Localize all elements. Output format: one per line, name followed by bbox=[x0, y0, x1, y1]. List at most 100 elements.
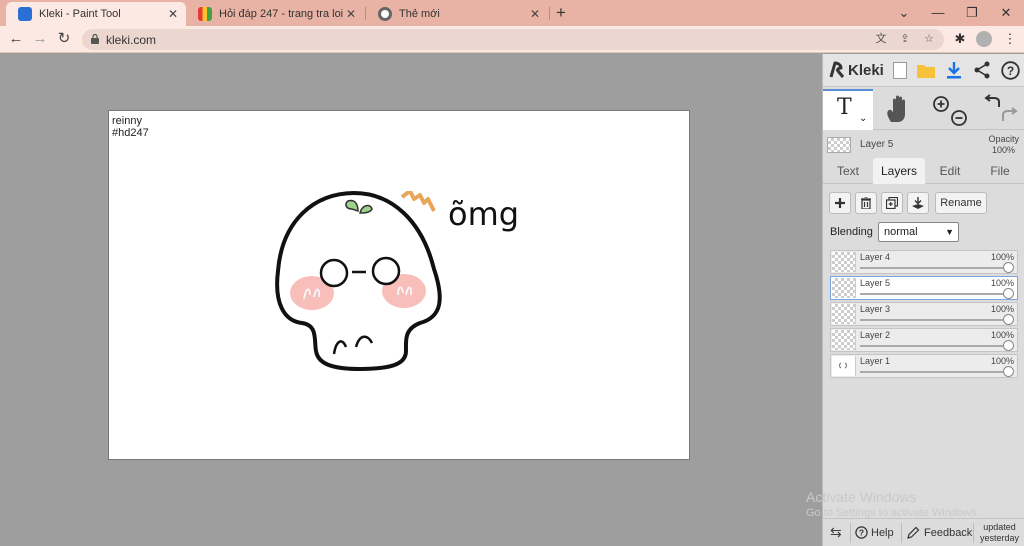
duplicate-icon bbox=[886, 197, 898, 209]
updated-status: updated yesterday bbox=[980, 522, 1019, 544]
layer-opacity-slider[interactable] bbox=[860, 319, 1006, 321]
updated-line: updated bbox=[983, 522, 1016, 532]
layer-row-selected[interactable]: Layer 5 100% bbox=[830, 276, 1018, 300]
layer-opacity: 100% bbox=[990, 304, 1014, 314]
layer-row[interactable]: Layer 3 100% bbox=[830, 302, 1018, 326]
drawing-canvas[interactable]: reinny #hd247 õmg bbox=[108, 110, 690, 460]
tab-close-icon[interactable]: ✕ bbox=[344, 7, 358, 21]
current-layer-name: Layer 5 bbox=[860, 139, 894, 150]
new-image-icon[interactable] bbox=[889, 59, 911, 81]
tab-close-icon[interactable]: ✕ bbox=[166, 7, 180, 21]
reload-icon[interactable]: ↻ bbox=[54, 29, 74, 49]
layer-opacity-slider[interactable] bbox=[860, 267, 1006, 269]
layer-opacity-slider[interactable] bbox=[860, 345, 1006, 347]
new-tab-plus-icon[interactable]: + bbox=[552, 3, 570, 23]
hoidap-favicon-icon bbox=[198, 7, 212, 21]
slider-knob[interactable] bbox=[1003, 314, 1014, 325]
kleki-side-panel: Kleki ? T ⌄ Layer 5 Opacity 100% Text La… bbox=[822, 54, 1024, 546]
back-arrow-icon[interactable]: ← bbox=[6, 29, 26, 49]
divider bbox=[850, 523, 851, 543]
kleki-favicon-icon bbox=[18, 7, 32, 21]
browser-tab-strip: Kleki - Paint Tool ✕ Hỏi đáp 247 - trang… bbox=[0, 0, 1024, 26]
layer-name: Layer 4 bbox=[860, 252, 891, 262]
tab-file[interactable]: File bbox=[975, 158, 1024, 184]
layer-row[interactable]: Layer 4 100% bbox=[830, 250, 1018, 274]
svg-text:?: ? bbox=[1006, 64, 1013, 78]
blending-value: normal bbox=[884, 226, 918, 238]
tab-close-icon[interactable]: ✕ bbox=[528, 7, 542, 21]
panel-bottom-bar: ⇆ ? Help Feedback updated yesterday bbox=[822, 518, 1024, 546]
hand-tool-icon[interactable] bbox=[883, 94, 913, 124]
open-folder-icon[interactable] bbox=[915, 59, 937, 81]
canvas-workspace[interactable]: reinny #hd247 õmg bbox=[0, 54, 822, 546]
browser-tab-kleki[interactable]: Kleki - Paint Tool ✕ bbox=[6, 2, 186, 26]
blending-mode-select[interactable]: normal ▼ bbox=[878, 222, 959, 242]
delete-layer-button[interactable] bbox=[855, 192, 877, 214]
layer-opacity: 100% bbox=[990, 252, 1014, 262]
layer-row[interactable]: Layer 2 100% bbox=[830, 328, 1018, 352]
help-button[interactable]: ? Help bbox=[855, 526, 894, 539]
profile-avatar-icon[interactable] bbox=[976, 31, 992, 47]
activate-windows-title: Activate Windows bbox=[806, 489, 917, 505]
swap-sides-icon[interactable]: ⇆ bbox=[830, 524, 842, 541]
layer-opacity-slider[interactable] bbox=[860, 371, 1006, 373]
tab-layers[interactable]: Layers bbox=[873, 158, 925, 184]
opacity-value: 100% bbox=[991, 145, 1015, 155]
slider-knob[interactable] bbox=[1003, 340, 1014, 351]
layer-opacity: 100% bbox=[990, 278, 1014, 288]
merge-down-button[interactable] bbox=[907, 192, 929, 214]
translate-icon[interactable]: 文 bbox=[874, 32, 888, 46]
address-bar[interactable]: kleki.com 文 ⇪ ☆ bbox=[82, 29, 944, 50]
feedback-pencil-icon bbox=[907, 526, 920, 539]
tab-search-chevron-icon[interactable]: ⌄ bbox=[894, 3, 914, 23]
help-question-icon[interactable]: ? bbox=[999, 59, 1021, 81]
minimize-icon[interactable]: — bbox=[928, 3, 948, 23]
app-top-bar: Kleki ? bbox=[823, 54, 1024, 87]
tool-row: T ⌄ bbox=[823, 87, 1024, 130]
tab-divider bbox=[549, 7, 550, 20]
kleki-logo-icon bbox=[829, 61, 845, 78]
slider-knob[interactable] bbox=[1003, 262, 1014, 273]
close-window-icon[interactable]: ✕ bbox=[996, 3, 1016, 23]
chevron-down-icon[interactable]: ⌄ bbox=[859, 113, 867, 124]
svg-text:?: ? bbox=[859, 528, 864, 538]
extensions-puzzle-icon[interactable]: ✱ bbox=[952, 31, 968, 47]
browser-tab-hoidap[interactable]: Hỏi đáp 247 - trang tra loi ✕ bbox=[186, 2, 364, 26]
current-layer-header: Layer 5 Opacity 100% bbox=[823, 131, 1024, 161]
tab-text[interactable]: Text bbox=[823, 158, 873, 184]
slider-knob[interactable] bbox=[1003, 366, 1014, 377]
text-tool-button[interactable]: T ⌄ bbox=[823, 89, 873, 130]
layer-name: Layer 1 bbox=[860, 356, 891, 366]
layer-opacity-slider[interactable] bbox=[860, 293, 1006, 295]
opacity-label: Opacity bbox=[988, 134, 1019, 144]
chrome-favicon-icon bbox=[378, 7, 392, 21]
bookmark-star-icon[interactable]: ☆ bbox=[922, 32, 936, 46]
rename-layer-button[interactable]: Rename bbox=[935, 192, 987, 214]
handwriting-omg-text: õmg bbox=[448, 195, 519, 233]
layer-name: Layer 3 bbox=[860, 304, 891, 314]
chevron-down-icon: ▼ bbox=[945, 227, 954, 237]
layer-thumbnail bbox=[832, 252, 856, 272]
slider-knob[interactable] bbox=[1003, 288, 1014, 299]
share-icon[interactable] bbox=[971, 59, 993, 81]
kleki-logo[interactable]: Kleki bbox=[829, 60, 884, 80]
layer-thumbnail bbox=[832, 356, 856, 376]
layer-opacity: 100% bbox=[990, 330, 1014, 340]
undo-redo-icon[interactable] bbox=[981, 93, 1021, 127]
forward-arrow-icon[interactable]: → bbox=[30, 29, 50, 49]
tab-edit[interactable]: Edit bbox=[925, 158, 975, 184]
plus-icon bbox=[835, 198, 845, 208]
restore-icon[interactable]: ❐ bbox=[962, 3, 982, 23]
save-download-icon[interactable] bbox=[943, 59, 965, 81]
help-circle-icon: ? bbox=[855, 526, 868, 539]
add-layer-button[interactable] bbox=[829, 192, 851, 214]
layer-row[interactable]: Layer 1 100% bbox=[830, 354, 1018, 378]
duplicate-layer-button[interactable] bbox=[881, 192, 903, 214]
feedback-button[interactable]: Feedback bbox=[907, 526, 972, 539]
browser-menu-icon[interactable]: ⋮ bbox=[1002, 31, 1018, 47]
share-page-icon[interactable]: ⇪ bbox=[898, 32, 912, 46]
zoom-in-out-icon[interactable] bbox=[929, 93, 969, 127]
browser-tab-new[interactable]: Thẻ mới ✕ bbox=[366, 2, 548, 26]
trash-icon bbox=[861, 197, 871, 209]
layer-name: Layer 2 bbox=[860, 330, 891, 340]
